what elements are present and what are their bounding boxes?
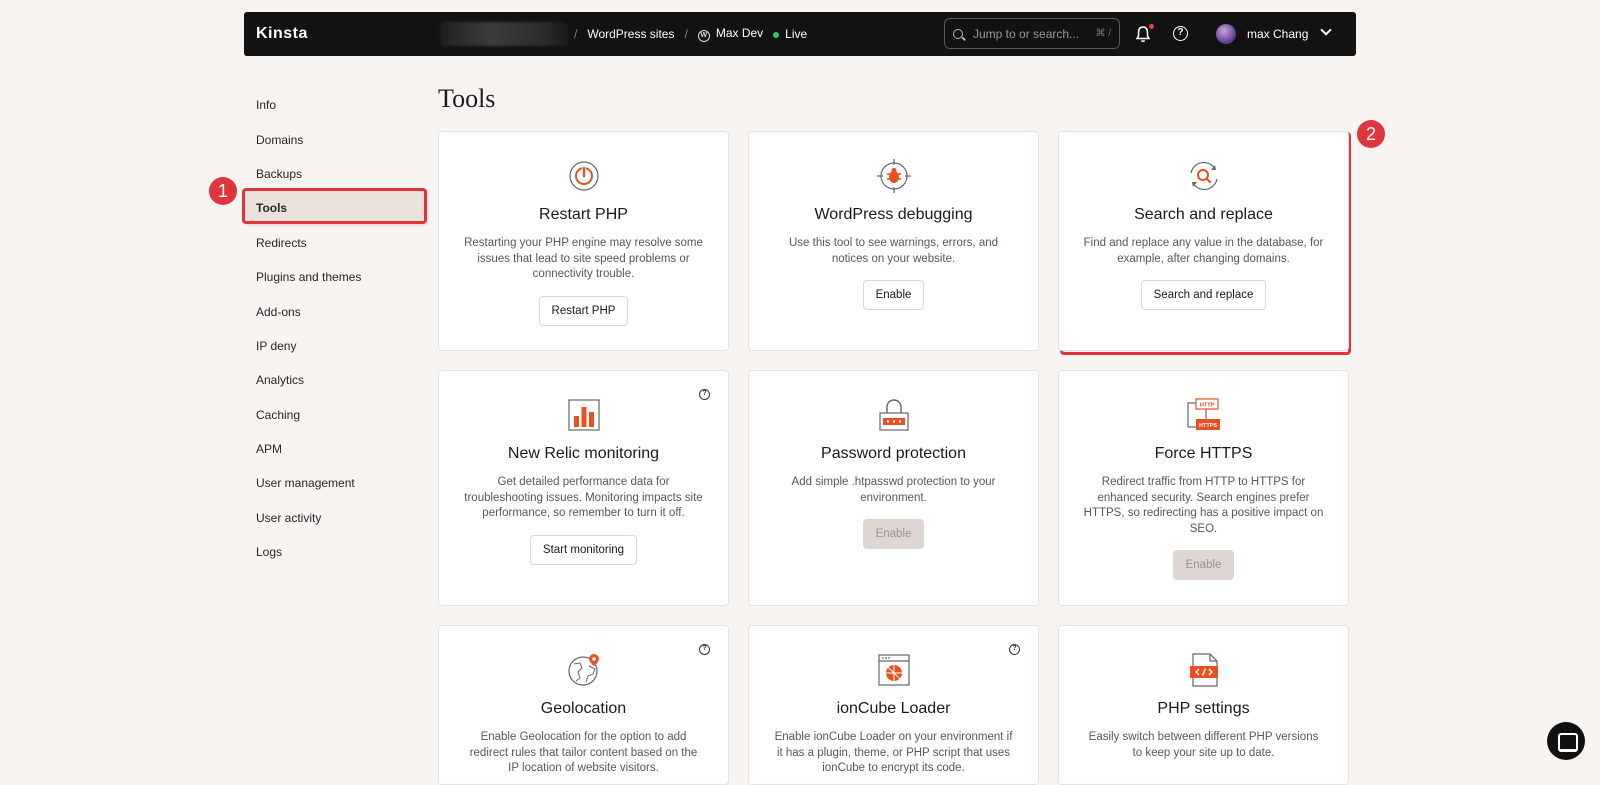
live-status-dot <box>773 32 780 38</box>
card-description: Enable ionCube Loader on your environmen… <box>774 731 1013 774</box>
card-description: Find and replace any value in the databa… <box>1083 237 1324 265</box>
card-description: Enable Geolocation for the option to add… <box>469 731 698 774</box>
sidebar-item-ip-deny[interactable]: IP deny <box>244 329 428 363</box>
card-title: PHP settings <box>1157 700 1250 717</box>
card-ioncube-loader: ? ionCube Loader Enable ionCube Loader o… <box>748 625 1039 785</box>
environment-selector[interactable]: Live <box>773 27 807 41</box>
breadcrumb-site[interactable]: W Max Dev <box>697 26 764 42</box>
page-title: Tools <box>438 84 496 113</box>
card-description: Use this tool to see warnings, errors, a… <box>788 237 999 265</box>
card-title: Search and replace <box>1134 206 1273 223</box>
https-icon: HTTP HTTPS <box>1186 398 1220 430</box>
globe-icon <box>567 654 599 686</box>
enable-force-https-button[interactable]: Enable <box>1172 550 1235 580</box>
avatar[interactable] <box>1216 24 1236 44</box>
step-badge-2: 2 <box>1357 120 1385 148</box>
top-bar: Kinsta / WordPress sites / W Max Dev Live… <box>244 12 1356 56</box>
breadcrumb-wordpress-sites[interactable]: WordPress sites <box>587 27 674 41</box>
search-replace-icon <box>1189 161 1218 191</box>
card-title: Geolocation <box>540 700 627 717</box>
sidebar: Info Domains Backups Tools Redirects Plu… <box>244 88 428 569</box>
user-name[interactable]: max Chang <box>1247 27 1308 41</box>
card-title: New Relic monitoring <box>507 445 660 462</box>
https-icon-label: HTTPS <box>1198 423 1216 429</box>
bug-icon <box>876 159 911 193</box>
sidebar-item-info[interactable]: Info <box>244 88 428 122</box>
enable-password-protection-button[interactable]: Enable <box>862 519 925 549</box>
sidebar-item-logs[interactable]: Logs <box>244 535 428 569</box>
card-php-settings: PHP settings Easily switch between diffe… <box>1058 625 1349 785</box>
card-description: Redirect traffic from HTTP to HTTPS for … <box>1083 476 1324 535</box>
breadcrumb: / WordPress sites / W Max Dev Live <box>574 26 807 42</box>
sidebar-item-add-ons[interactable]: Add-ons <box>244 294 428 328</box>
help-icon[interactable]: ? <box>1173 26 1188 41</box>
card-password-protection: Password protection Add simple .htpasswd… <box>748 370 1039 606</box>
card-new-relic-monitoring: ? New Relic monitoring Get detailed perf… <box>438 370 729 606</box>
breadcrumb-separator: / <box>684 27 688 41</box>
power-icon <box>568 161 599 191</box>
card-title: Restart PHP <box>539 206 628 223</box>
blurred-company-name[interactable] <box>440 22 568 46</box>
kinsta-logo[interactable]: Kinsta <box>256 25 308 43</box>
card-description: Restarting your PHP engine may resolve s… <box>464 237 703 280</box>
card-force-https: HTTP HTTPS Force HTTPS Redirect traffic … <box>1058 370 1349 606</box>
card-search-and-replace: Search and replace Find and replace any … <box>1058 131 1349 351</box>
sidebar-item-plugins-and-themes[interactable]: Plugins and themes <box>244 260 428 294</box>
bar-chart-icon <box>567 399 600 431</box>
sidebar-item-domains[interactable]: Domains <box>244 122 428 156</box>
sidebar-item-caching[interactable]: Caching <box>244 398 428 432</box>
card-title: Password protection <box>821 445 966 462</box>
search-placeholder: Jump to or search... <box>973 26 1080 41</box>
restart-php-button[interactable]: Restart PHP <box>538 295 629 326</box>
card-title: Force HTTPS <box>1154 445 1253 462</box>
http-icon-label: HTTP <box>1199 403 1214 409</box>
start-monitoring-button[interactable]: Start monitoring <box>529 534 638 565</box>
card-description: Easily switch between different PHP vers… <box>1088 731 1319 759</box>
ioncube-icon <box>877 654 910 686</box>
help-icon[interactable]: ? <box>699 389 710 400</box>
sidebar-item-analytics[interactable]: Analytics <box>244 363 428 397</box>
step-badge-1: 1 <box>209 177 237 205</box>
card-wordpress-debugging: WordPress debugging Use this tool to see… <box>748 131 1039 351</box>
highlight-tools <box>242 188 427 224</box>
search-and-replace-button[interactable]: Search and replace <box>1140 280 1267 310</box>
site-name: Max Dev <box>715 26 764 40</box>
environment-label: Live <box>785 27 808 41</box>
help-icon[interactable]: ? <box>1009 644 1020 655</box>
sidebar-item-user-activity[interactable]: User activity <box>244 501 428 535</box>
card-title: ionCube Loader <box>836 700 951 717</box>
search-icon <box>953 28 963 39</box>
code-file-icon <box>1189 653 1218 687</box>
chat-widget-button[interactable] <box>1547 722 1585 760</box>
wordpress-icon: W <box>697 30 710 42</box>
card-geolocation: ? Geolocation Enable Geolocation for the… <box>438 625 729 785</box>
search-input[interactable]: Jump to or search... ⌘ / <box>944 18 1120 49</box>
notification-dot <box>1149 24 1154 29</box>
card-description: Add simple .htpasswd protection to your … <box>791 476 996 504</box>
sidebar-item-backups[interactable]: Backups <box>244 157 428 191</box>
help-icon[interactable]: ? <box>699 644 710 655</box>
search-shortcut: ⌘ / <box>1095 28 1111 39</box>
sidebar-item-redirects[interactable]: Redirects <box>244 226 428 260</box>
card-restart-php: Restart PHP Restarting your PHP engine m… <box>438 131 729 351</box>
card-description: Get detailed performance data for troubl… <box>464 476 703 519</box>
breadcrumb-separator: / <box>574 27 578 41</box>
sidebar-item-apm[interactable]: APM <box>244 432 428 466</box>
sidebar-item-user-management[interactable]: User management <box>244 466 428 500</box>
chevron-down-icon[interactable] <box>1320 24 1332 36</box>
enable-debugging-button[interactable]: Enable <box>862 280 925 310</box>
card-title: WordPress debugging <box>814 206 973 223</box>
lock-icon <box>878 399 909 431</box>
